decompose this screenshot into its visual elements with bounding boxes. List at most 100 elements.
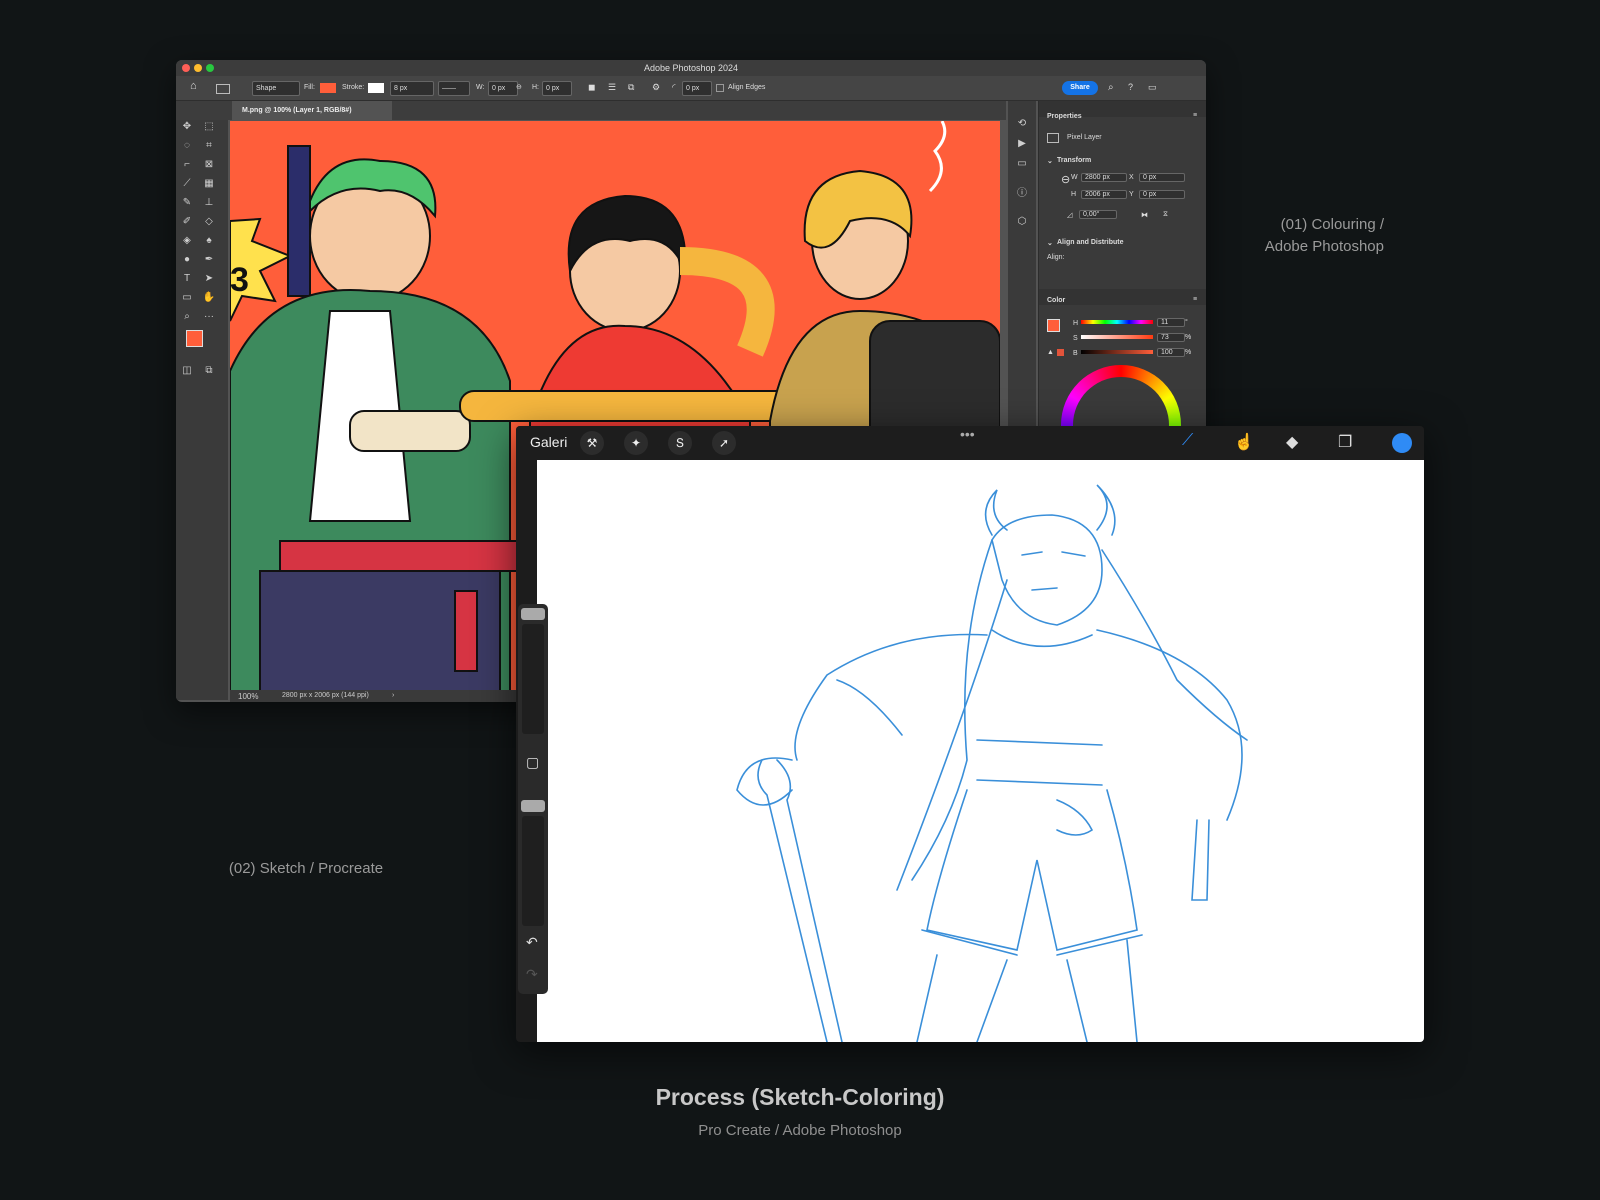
brush-tool-icon[interactable]: ✎ [180, 196, 194, 210]
transform-width-field[interactable]: 2800 px [1081, 173, 1127, 182]
move-tool-icon[interactable]: ✥ [180, 120, 194, 134]
transform-height-field[interactable]: 2006 px [1081, 190, 1127, 199]
workspace-icon[interactable]: ▭ [1148, 81, 1157, 94]
transform-arrow-icon[interactable]: ➚ [712, 431, 736, 455]
rectangle-tool-icon[interactable]: ▭ [180, 291, 194, 305]
info-icon[interactable]: ⓘ [1015, 187, 1029, 201]
transform-section-title[interactable]: Transform [1057, 157, 1091, 164]
shape-mode-select[interactable]: Shape [252, 81, 300, 96]
gamut-color-chip[interactable] [1057, 349, 1064, 356]
selection-icon[interactable]: Տ [668, 431, 692, 455]
zoom-tool-icon[interactable]: ⌕ [180, 310, 194, 324]
brush-size-slider[interactable] [522, 624, 544, 734]
align-edges-checkbox[interactable] [716, 84, 724, 92]
eraser-icon[interactable]: ◆ [1286, 432, 1298, 452]
eraser-tool-icon[interactable]: ◇ [202, 215, 216, 229]
opacity-handle[interactable] [521, 800, 545, 812]
brush-size-handle[interactable] [521, 608, 545, 620]
height-field[interactable]: 0 px [542, 81, 572, 96]
path-arrangement-icon[interactable]: ⧉ [628, 81, 634, 94]
lasso-tool-icon[interactable]: ◌ [180, 139, 194, 153]
chevron-right-icon[interactable]: › [392, 692, 394, 699]
color-picker-button[interactable] [1392, 433, 1412, 453]
history-icon[interactable]: ⟲ [1015, 117, 1029, 131]
gallery-button[interactable]: Galeri [530, 434, 567, 450]
saturation-field[interactable]: 73 [1157, 333, 1185, 342]
comments-icon[interactable]: ▭ [1015, 157, 1029, 171]
undo-icon[interactable]: ↶ [526, 934, 538, 951]
foreground-color-swatch[interactable] [186, 330, 203, 347]
saturation-slider[interactable] [1081, 335, 1153, 339]
patch-tool-icon[interactable]: ▦ [202, 177, 216, 191]
flip-horizontal-icon[interactable]: ⧓ [1141, 211, 1148, 219]
panel-menu-icon[interactable]: ≡ [1193, 112, 1197, 119]
angle-field[interactable]: 0,00° [1079, 210, 1117, 219]
hue-field[interactable]: 11 [1157, 318, 1185, 327]
color-foreground-swatch[interactable] [1047, 319, 1060, 332]
crop-tool-icon[interactable]: ⌐ [180, 158, 194, 172]
close-window-button[interactable] [182, 64, 190, 72]
procreate-canvas-sketch[interactable] [537, 460, 1424, 1042]
eyedropper-tool-icon[interactable]: ⟋ [180, 177, 194, 191]
stamp-tool-icon[interactable]: ⊥ [202, 196, 216, 210]
opacity-slider[interactable] [522, 816, 544, 926]
brush-icon[interactable]: ⟋ [1182, 432, 1193, 450]
screen-mode-icon[interactable]: ⧉ [202, 364, 216, 378]
help-icon[interactable]: ? [1128, 81, 1133, 94]
zoom-level[interactable]: 100% [238, 692, 258, 701]
path-operations-icon[interactable]: ◼ [588, 81, 595, 94]
stroke-style-select[interactable]: —— [438, 81, 470, 96]
hue-slider[interactable] [1081, 320, 1153, 324]
layers-icon[interactable]: ❐ [1338, 432, 1352, 452]
share-button[interactable]: Share [1062, 81, 1098, 95]
smudge-icon[interactable]: ☝ [1234, 432, 1254, 452]
chevron-down-icon[interactable]: ⌄ [1047, 157, 1053, 165]
corner-radius-field[interactable]: 0 px [682, 81, 712, 96]
quick-mask-icon[interactable]: ◫ [180, 364, 194, 378]
marquee-tool-icon[interactable]: ⬚ [202, 120, 216, 134]
search-icon[interactable]: ⌕ [1108, 81, 1114, 94]
home-icon[interactable]: ⌂ [190, 80, 197, 93]
link-icon[interactable]: ⊖ [516, 81, 522, 94]
color-panel-title[interactable]: Color [1047, 297, 1065, 304]
wrench-icon[interactable]: ⚒ [580, 431, 604, 455]
gear-icon[interactable]: ⚙ [652, 81, 660, 94]
flip-vertical-icon[interactable]: ⧖ [1163, 211, 1168, 219]
paint-bucket-tool-icon[interactable]: ◈ [180, 234, 194, 248]
width-field[interactable]: 0 px [488, 81, 518, 96]
stroke-width-field[interactable]: 8 px [390, 81, 434, 96]
stroke-swatch[interactable] [368, 83, 384, 93]
more-tools-icon[interactable]: ··· [202, 310, 216, 324]
align-distribute-title[interactable]: Align and Distribute [1057, 239, 1124, 246]
path-select-tool-icon[interactable]: ➤ [202, 272, 216, 286]
redo-icon[interactable]: ↷ [526, 966, 538, 983]
3d-cube-icon[interactable]: ⬡ [1015, 215, 1029, 229]
modify-button-icon[interactable]: ▢ [526, 754, 539, 771]
maximize-window-button[interactable] [206, 64, 214, 72]
blur-tool-icon[interactable]: ♠ [202, 234, 216, 248]
history-brush-tool-icon[interactable]: ✐ [180, 215, 194, 229]
fill-swatch[interactable] [320, 83, 336, 93]
frame-tool-icon[interactable]: ⊠ [202, 158, 216, 172]
transform-x-field[interactable]: 0 px [1139, 173, 1185, 182]
pen-tool-icon[interactable]: ✒ [202, 253, 216, 267]
minimize-window-button[interactable] [194, 64, 202, 72]
chevron-down-icon[interactable]: ⌄ [1047, 239, 1053, 247]
type-tool-icon[interactable]: T [180, 272, 194, 286]
actions-play-icon[interactable]: ▶ [1015, 137, 1029, 151]
shape-tool-icon[interactable] [216, 84, 230, 94]
properties-panel-title[interactable]: Properties [1047, 113, 1082, 120]
link-dimensions-icon[interactable]: ⊖ [1061, 173, 1070, 186]
hand-tool-icon[interactable]: ✋ [202, 291, 216, 305]
panel-menu-icon[interactable]: ≡ [1193, 296, 1197, 303]
transform-y-field[interactable]: 0 px [1139, 190, 1185, 199]
brightness-field[interactable]: 100 [1157, 348, 1185, 357]
magic-wand-icon[interactable]: ✦ [624, 431, 648, 455]
brightness-slider[interactable] [1081, 350, 1153, 354]
document-tab[interactable]: M.png @ 100% (Layer 1, RGB/8#) [232, 101, 392, 120]
colouring-caption-line1: (01) Colouring / [1280, 216, 1384, 233]
object-select-tool-icon[interactable]: ⌗ [202, 139, 216, 153]
path-alignment-icon[interactable]: ☰ [608, 81, 616, 94]
dodge-tool-icon[interactable]: ● [180, 253, 194, 267]
more-options-icon[interactable]: ••• [960, 426, 975, 442]
